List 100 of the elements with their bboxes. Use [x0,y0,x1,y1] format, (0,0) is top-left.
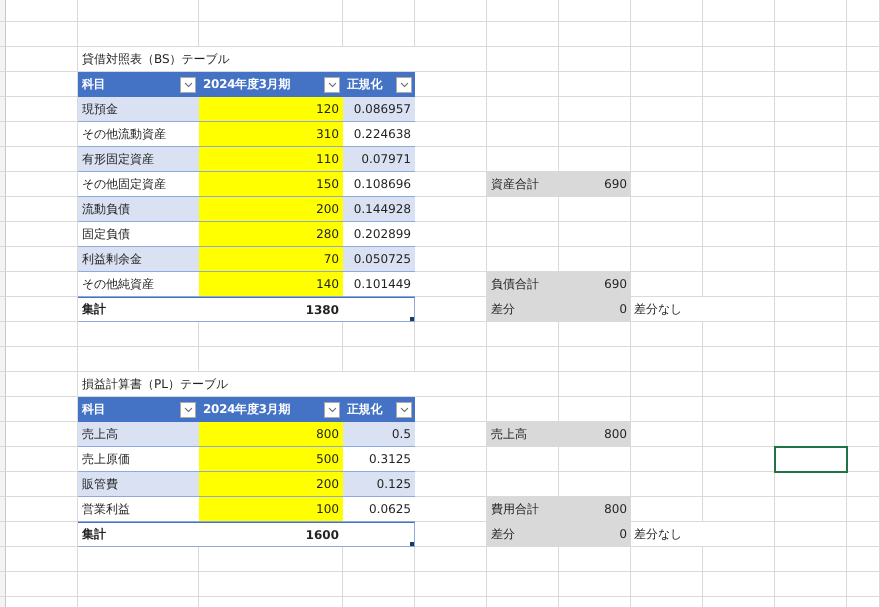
sheet-cell[interactable] [847,222,880,247]
sheet-cell[interactable] [559,122,631,147]
sheet-cell[interactable] [631,347,703,372]
sheet-cell[interactable] [487,122,559,147]
filter-button[interactable] [180,76,196,92]
sheet-cell[interactable] [343,0,415,22]
sheet-cell[interactable] [631,197,703,222]
sheet-cell[interactable] [631,447,703,472]
sheet-cell[interactable] [6,0,78,22]
sheet-cell[interactable] [415,0,487,22]
sheet-cell[interactable] [847,497,880,522]
sheet-cell[interactable] [703,172,775,197]
sheet-cell[interactable] [703,97,775,122]
filter-button[interactable] [324,402,340,418]
sheet-cell[interactable] [6,347,78,372]
sheet-cell[interactable] [847,322,880,347]
sheet-cell[interactable] [703,122,775,147]
sheet-cell[interactable] [487,347,559,372]
sheet-cell[interactable] [847,72,880,97]
sheet-cell[interactable] [775,22,847,47]
sheet-cell[interactable] [847,447,880,472]
sheet-cell[interactable] [631,472,703,497]
row-header[interactable] [0,372,6,397]
sheet-cell[interactable] [775,397,847,422]
sheet-cell[interactable] [415,22,487,47]
sheet-cell[interactable] [703,47,775,72]
sheet-cell[interactable] [847,47,880,72]
sheet-cell[interactable] [775,347,847,372]
sheet-cell[interactable] [78,572,199,597]
sheet-cell[interactable] [559,222,631,247]
sheet-cell[interactable] [847,422,880,447]
sheet-cell[interactable] [847,547,880,572]
row-header[interactable] [0,272,6,297]
sheet-cell[interactable] [847,397,880,422]
sheet-cell[interactable] [775,297,847,322]
sheet-cell[interactable] [559,47,631,72]
sheet-cell[interactable] [847,247,880,272]
sheet-cell[interactable] [78,0,199,22]
resize-handle-icon[interactable] [410,542,414,546]
sheet-cell[interactable] [847,97,880,122]
filter-button[interactable] [180,402,196,418]
sheet-cell[interactable] [631,122,703,147]
filter-button[interactable] [324,76,340,92]
sheet-cell[interactable] [847,122,880,147]
sheet-cell[interactable] [199,572,343,597]
sheet-cell[interactable] [559,72,631,97]
row-header[interactable] [0,72,6,97]
sheet-cell[interactable] [775,222,847,247]
sheet-cell[interactable] [703,222,775,247]
sheet-cell[interactable] [775,47,847,72]
sheet-cell[interactable] [487,222,559,247]
row-header[interactable] [0,322,6,347]
row-header[interactable] [0,197,6,222]
sheet-cell[interactable] [847,172,880,197]
row-header[interactable] [0,222,6,247]
sheet-cell[interactable] [487,22,559,47]
row-header[interactable] [0,547,6,572]
sheet-cell[interactable] [559,347,631,372]
sheet-cell[interactable] [703,422,775,447]
sheet-cell[interactable] [775,0,847,22]
sheet-cell[interactable] [703,547,775,572]
row-header[interactable] [0,422,6,447]
sheet-cell[interactable] [775,547,847,572]
sheet-cell[interactable] [775,247,847,272]
row-header[interactable] [0,247,6,272]
sheet-cell[interactable] [847,297,880,322]
sheet-cell[interactable] [631,0,703,22]
sheet-cell[interactable] [415,572,487,597]
sheet-cell[interactable] [775,572,847,597]
row-header[interactable] [0,347,6,372]
sheet-cell[interactable] [487,572,559,597]
sheet-cell[interactable] [631,372,703,397]
sheet-cell[interactable] [775,472,847,497]
sheet-cell[interactable] [6,572,78,597]
sheet-cell[interactable] [487,47,559,72]
sheet-cell[interactable] [847,347,880,372]
sheet-cell[interactable] [487,372,559,397]
sheet-cell[interactable] [775,497,847,522]
row-header[interactable] [0,497,6,522]
sheet-cell[interactable] [703,72,775,97]
active-cell[interactable] [774,446,848,473]
sheet-cell[interactable] [775,97,847,122]
sheet-cell[interactable] [775,372,847,397]
sheet-cell[interactable] [775,197,847,222]
sheet-cell[interactable] [847,0,880,22]
sheet-cell[interactable] [703,472,775,497]
sheet-cell[interactable] [631,247,703,272]
sheet-cell[interactable] [703,497,775,522]
sheet-cell[interactable] [703,247,775,272]
sheet-cell[interactable] [775,147,847,172]
sheet-cell[interactable] [415,347,487,372]
sheet-cell[interactable] [847,372,880,397]
sheet-cell[interactable] [775,522,847,547]
sheet-cell[interactable] [6,22,78,47]
row-header[interactable] [0,97,6,122]
sheet-cell[interactable] [415,322,487,347]
sheet-cell[interactable] [199,0,343,22]
row-header[interactable] [0,397,6,422]
row-header[interactable] [0,0,6,22]
sheet-cell[interactable] [487,72,559,97]
